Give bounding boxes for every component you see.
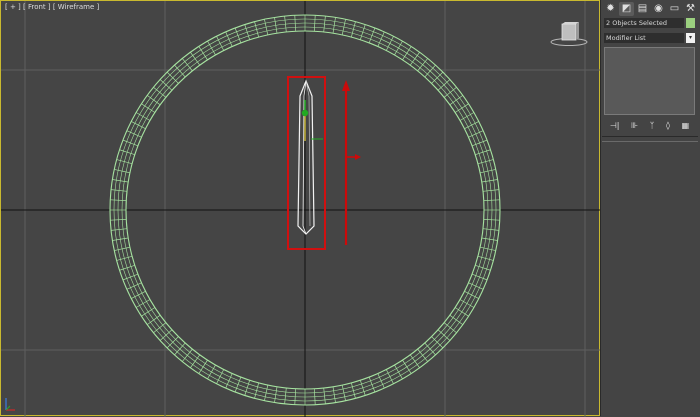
torus-segment <box>417 348 428 362</box>
torus-segment <box>409 354 420 368</box>
needle-edge-2 <box>305 80 311 227</box>
torus-segment <box>119 264 135 271</box>
utilities-tab-icon[interactable]: ⚒ <box>683 2 698 16</box>
panel-divider <box>602 136 698 137</box>
viewport-grid <box>1 1 601 417</box>
torus-segment <box>464 290 479 299</box>
make-unique-icon[interactable]: ᛉ <box>650 122 655 130</box>
configure-sets-icon[interactable]: ▦ <box>682 122 690 130</box>
torus-segment <box>359 380 366 396</box>
object-color-swatch[interactable] <box>686 18 695 28</box>
selection-bracket <box>287 76 326 250</box>
torus-segment <box>314 15 316 32</box>
chevron-down-icon[interactable]: ▾ <box>686 33 695 43</box>
torus-segment <box>153 87 167 98</box>
command-panel-tabs: ✹ ◩ ▤ ◉ ▭ ⚒ <box>603 2 699 16</box>
torus-segment <box>254 21 260 38</box>
torus-segment <box>153 322 167 333</box>
torus-segment <box>475 264 491 271</box>
viewport-label[interactable]: [ + ] [ Front ] [ Wireframe ] <box>5 3 99 11</box>
torus-segment <box>110 199 127 201</box>
torus-segment <box>159 329 173 341</box>
torus-segment <box>437 329 451 341</box>
torus-segment <box>385 369 394 384</box>
torus-segment <box>131 121 146 130</box>
torus-segment <box>437 79 451 91</box>
torus-segment <box>244 380 251 396</box>
torus-segment <box>475 149 491 156</box>
remove-modifier-icon[interactable]: ◊ <box>666 122 670 130</box>
torus-segment <box>477 255 494 261</box>
torus-segment <box>483 199 500 201</box>
torus-segment <box>216 36 225 51</box>
torus-segment <box>116 159 133 165</box>
selection-name-field[interactable]: 2 Objects Selected <box>604 18 684 28</box>
torus-segment <box>464 121 479 130</box>
rollout-area <box>602 142 698 414</box>
torus-segment <box>449 314 463 325</box>
torus-segment <box>424 342 436 356</box>
modifier-list-dropdown[interactable]: Modifier List <box>604 33 684 43</box>
torus-segment <box>244 24 251 40</box>
torus-segment <box>359 24 366 40</box>
torus-segment <box>483 219 500 221</box>
torus-segment <box>477 159 494 165</box>
axis-tripod <box>5 398 15 411</box>
world-axes <box>1 1 601 417</box>
torus-segment <box>294 388 296 405</box>
torus-segment <box>254 382 260 399</box>
pin-stack-icon[interactable]: ⊣| <box>610 122 620 130</box>
modifier-stack-toolbar: ⊣| ⊪ ᛉ ◊ ▦ <box>604 120 695 132</box>
show-end-result-icon[interactable]: ⊪ <box>631 122 638 130</box>
move-gizmo-y[interactable] <box>342 80 361 245</box>
torus-segment <box>350 21 356 38</box>
needle-mesh[interactable] <box>297 79 315 235</box>
hierarchy-tab-icon[interactable]: ▤ <box>635 2 650 16</box>
torus-segment <box>182 58 193 72</box>
torus-segment <box>294 15 296 32</box>
torus-segment <box>216 369 225 384</box>
display-tab-icon[interactable]: ▭ <box>667 2 682 16</box>
torus-segment <box>385 36 394 51</box>
modify-tab-icon[interactable]: ◩ <box>619 2 634 16</box>
torus-segment <box>174 64 186 78</box>
motion-tab-icon[interactable]: ◉ <box>651 2 666 16</box>
torus-segment <box>449 95 463 106</box>
create-tab-icon[interactable]: ✹ <box>603 2 618 16</box>
torus-segment <box>314 388 316 405</box>
torus-segment <box>424 64 436 78</box>
torus-segment <box>190 52 201 66</box>
torus-segment <box>110 219 127 221</box>
viewcube-side-face[interactable] <box>576 22 579 40</box>
torus-segment <box>147 314 161 325</box>
viewcube-front-face[interactable] <box>561 23 577 41</box>
torus-segment <box>159 79 173 91</box>
front-viewport[interactable]: [ + ] [ Front ] [ Wireframe ] <box>0 0 601 417</box>
modifier-stack-view[interactable] <box>604 47 695 115</box>
torus-segment <box>182 348 193 362</box>
torus-segment <box>174 342 186 356</box>
torus-segment <box>147 95 161 106</box>
viewport-canvas[interactable] <box>1 1 601 417</box>
torus-segment <box>131 290 146 299</box>
viewcube[interactable] <box>549 21 589 47</box>
torus-segment <box>119 149 135 156</box>
gizmo-x-arrowhead[interactable] <box>355 154 361 160</box>
torus-segment <box>443 87 457 98</box>
needle-object[interactable] <box>287 76 326 250</box>
torus-segment <box>116 255 133 261</box>
torus-segment <box>409 52 420 66</box>
torus-segment <box>350 382 356 399</box>
torus-segment <box>443 322 457 333</box>
torus-segment <box>417 58 428 72</box>
gizmo-y-arrowhead[interactable] <box>342 80 350 91</box>
torus-segment <box>190 354 201 368</box>
